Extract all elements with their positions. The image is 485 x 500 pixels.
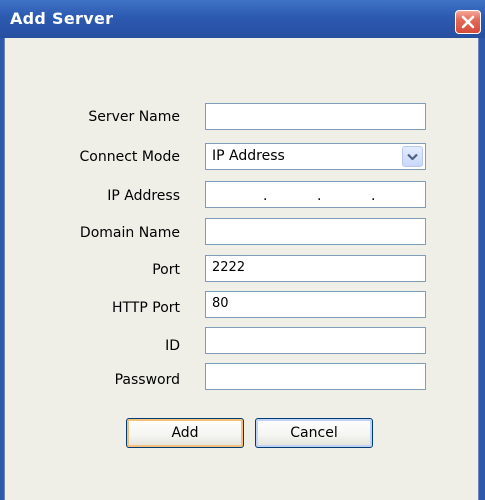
window-frame-right — [479, 38, 485, 500]
connect-mode-label: Connect Mode — [79, 149, 180, 165]
connect-mode-select[interactable]: IP Address — [205, 143, 426, 170]
chevron-down-icon — [407, 153, 418, 161]
ip-address-label: IP Address — [107, 188, 180, 204]
password-label: Password — [114, 372, 180, 388]
dialog-title: Add Server — [10, 9, 114, 28]
title-bar[interactable]: Add Server — [0, 0, 485, 39]
server-name-field[interactable] — [205, 103, 426, 130]
dropdown-button[interactable] — [402, 146, 423, 167]
http-port-field[interactable]: 80 — [205, 291, 426, 318]
domain-name-field[interactable] — [205, 218, 426, 245]
ip-separator: . — [263, 188, 268, 204]
close-icon — [461, 15, 475, 29]
connect-mode-value: IP Address — [212, 148, 285, 164]
add-server-dialog: Add Server Server Name Connect Mode IP A… — [0, 0, 485, 500]
ip-separator: . — [371, 188, 376, 204]
password-field[interactable] — [205, 363, 426, 390]
add-button[interactable]: Add — [126, 418, 244, 448]
id-field[interactable] — [205, 327, 426, 354]
port-field[interactable]: 2222 — [205, 255, 426, 282]
domain-name-label: Domain Name — [79, 225, 180, 241]
server-name-label: Server Name — [88, 109, 180, 125]
port-label: Port — [152, 262, 180, 278]
id-label: ID — [165, 338, 180, 354]
cancel-button[interactable]: Cancel — [255, 418, 373, 448]
ip-separator: . — [317, 188, 322, 204]
http-port-label: HTTP Port — [111, 300, 180, 316]
close-button[interactable] — [455, 10, 481, 34]
ip-address-field[interactable]: . . . — [205, 181, 426, 208]
